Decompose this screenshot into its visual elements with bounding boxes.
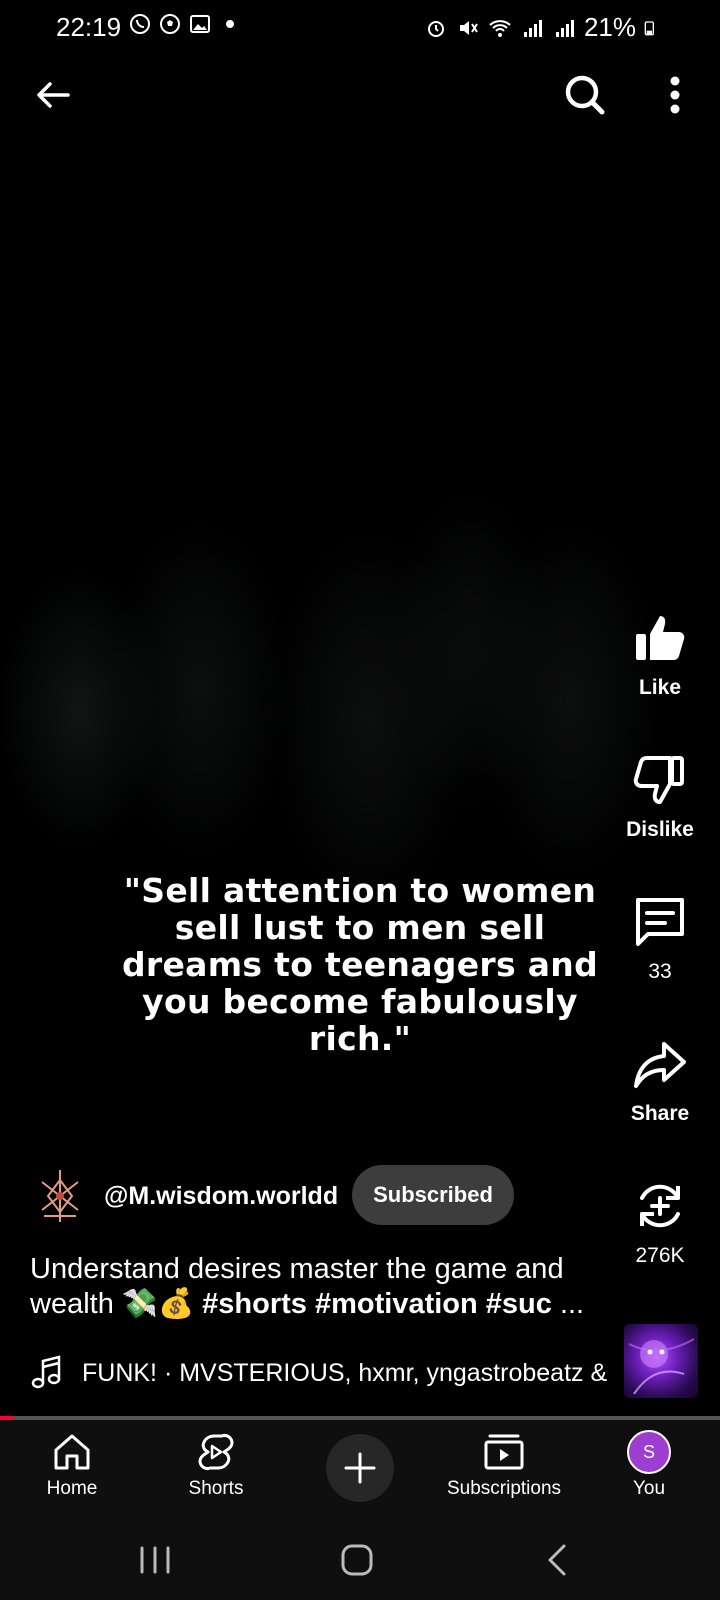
comment-icon bbox=[636, 898, 684, 946]
signal-icon bbox=[523, 19, 542, 37]
home-circle-icon[interactable] bbox=[332, 1540, 382, 1580]
music-track-text: FUNK! · MVSTERIOUS, hxmr, yngastrobeatz … bbox=[82, 1359, 608, 1387]
system-back-icon[interactable] bbox=[534, 1540, 584, 1580]
nav-subscriptions-label: Subscriptions bbox=[446, 1478, 562, 1499]
status-time: 22:19 bbox=[56, 12, 122, 42]
dislike-label: Dislike bbox=[626, 818, 694, 841]
remix-button[interactable]: 276K bbox=[610, 1178, 710, 1268]
remix-count: 276K bbox=[635, 1244, 685, 1267]
signal-icon bbox=[555, 19, 574, 37]
share-icon bbox=[634, 1042, 686, 1088]
dot-icon bbox=[226, 20, 234, 28]
soccer-ball-icon bbox=[160, 14, 180, 34]
channel-row: @M.wisdom.worldd Subscribed bbox=[30, 1165, 590, 1226]
wifi-icon bbox=[489, 19, 511, 37]
comments-count: 33 bbox=[648, 960, 672, 983]
nav-you[interactable]: S You bbox=[584, 1430, 714, 1500]
search-icon[interactable] bbox=[560, 70, 610, 120]
share-button[interactable]: Share bbox=[610, 1036, 710, 1126]
more-vertical-icon[interactable] bbox=[650, 70, 700, 120]
battery-icon bbox=[644, 20, 654, 35]
plus-icon bbox=[344, 1452, 376, 1484]
description-hashtags[interactable]: #shorts #motivation #suc bbox=[202, 1288, 552, 1320]
avatar: S bbox=[627, 1430, 671, 1474]
alarm-icon bbox=[427, 20, 444, 37]
like-label: Like bbox=[638, 676, 682, 699]
subscribed-button[interactable]: Subscribed bbox=[352, 1165, 514, 1225]
bottom-nav: Home Shorts Subscriptions S You bbox=[0, 1420, 720, 1520]
music-row[interactable]: FUNK! · MVSTERIOUS, hxmr, yngastrobeatz … bbox=[30, 1355, 610, 1395]
channel-handle[interactable]: @M.wisdom.worldd bbox=[104, 1182, 338, 1211]
image-icon bbox=[190, 15, 210, 33]
battery-percent: 21% bbox=[583, 12, 636, 42]
like-button[interactable]: Like bbox=[610, 610, 710, 700]
description-ellipsis: ... bbox=[551, 1288, 585, 1320]
avatar-letter: S bbox=[642, 1441, 655, 1462]
status-left-icons bbox=[128, 12, 242, 36]
nav-you-label: You bbox=[632, 1478, 666, 1499]
arrow-left-icon[interactable] bbox=[28, 70, 78, 120]
dislike-button[interactable]: Dislike bbox=[610, 752, 710, 842]
music-thumbnail-art bbox=[628, 1338, 695, 1395]
nav-subscriptions[interactable]: Subscriptions bbox=[439, 1430, 569, 1500]
video-description[interactable]: Understand desires master the game and w… bbox=[30, 1252, 590, 1322]
recent-apps-icon[interactable] bbox=[130, 1540, 180, 1580]
mute-icon bbox=[459, 20, 478, 35]
status-bar: 22:19 21% bbox=[0, 0, 720, 52]
nav-home[interactable]: Home bbox=[7, 1430, 137, 1500]
create-button[interactable] bbox=[326, 1434, 394, 1502]
video-quote-text: "Sell attention to women sell lust to me… bbox=[122, 871, 598, 1058]
channel-logo[interactable] bbox=[30, 1166, 90, 1226]
top-bar bbox=[0, 60, 720, 130]
music-note-icon bbox=[31, 1355, 61, 1389]
share-label: Share bbox=[630, 1102, 690, 1125]
music-thumbnail[interactable] bbox=[624, 1324, 698, 1398]
nav-shorts-label: Shorts bbox=[188, 1478, 244, 1499]
remix-icon bbox=[640, 1184, 680, 1228]
system-nav-bar bbox=[0, 1520, 720, 1600]
shorts-icon bbox=[198, 1434, 234, 1470]
nav-home-label: Home bbox=[46, 1478, 98, 1499]
home-icon bbox=[54, 1434, 90, 1470]
thumbs-up-icon bbox=[636, 616, 685, 660]
comments-button[interactable]: 33 bbox=[610, 894, 710, 984]
subscriptions-icon bbox=[484, 1434, 524, 1470]
nav-shorts[interactable]: Shorts bbox=[151, 1430, 281, 1500]
whatsapp-icon bbox=[130, 14, 150, 34]
thumbs-down-icon bbox=[633, 756, 684, 804]
status-right: 21% bbox=[424, 12, 660, 43]
